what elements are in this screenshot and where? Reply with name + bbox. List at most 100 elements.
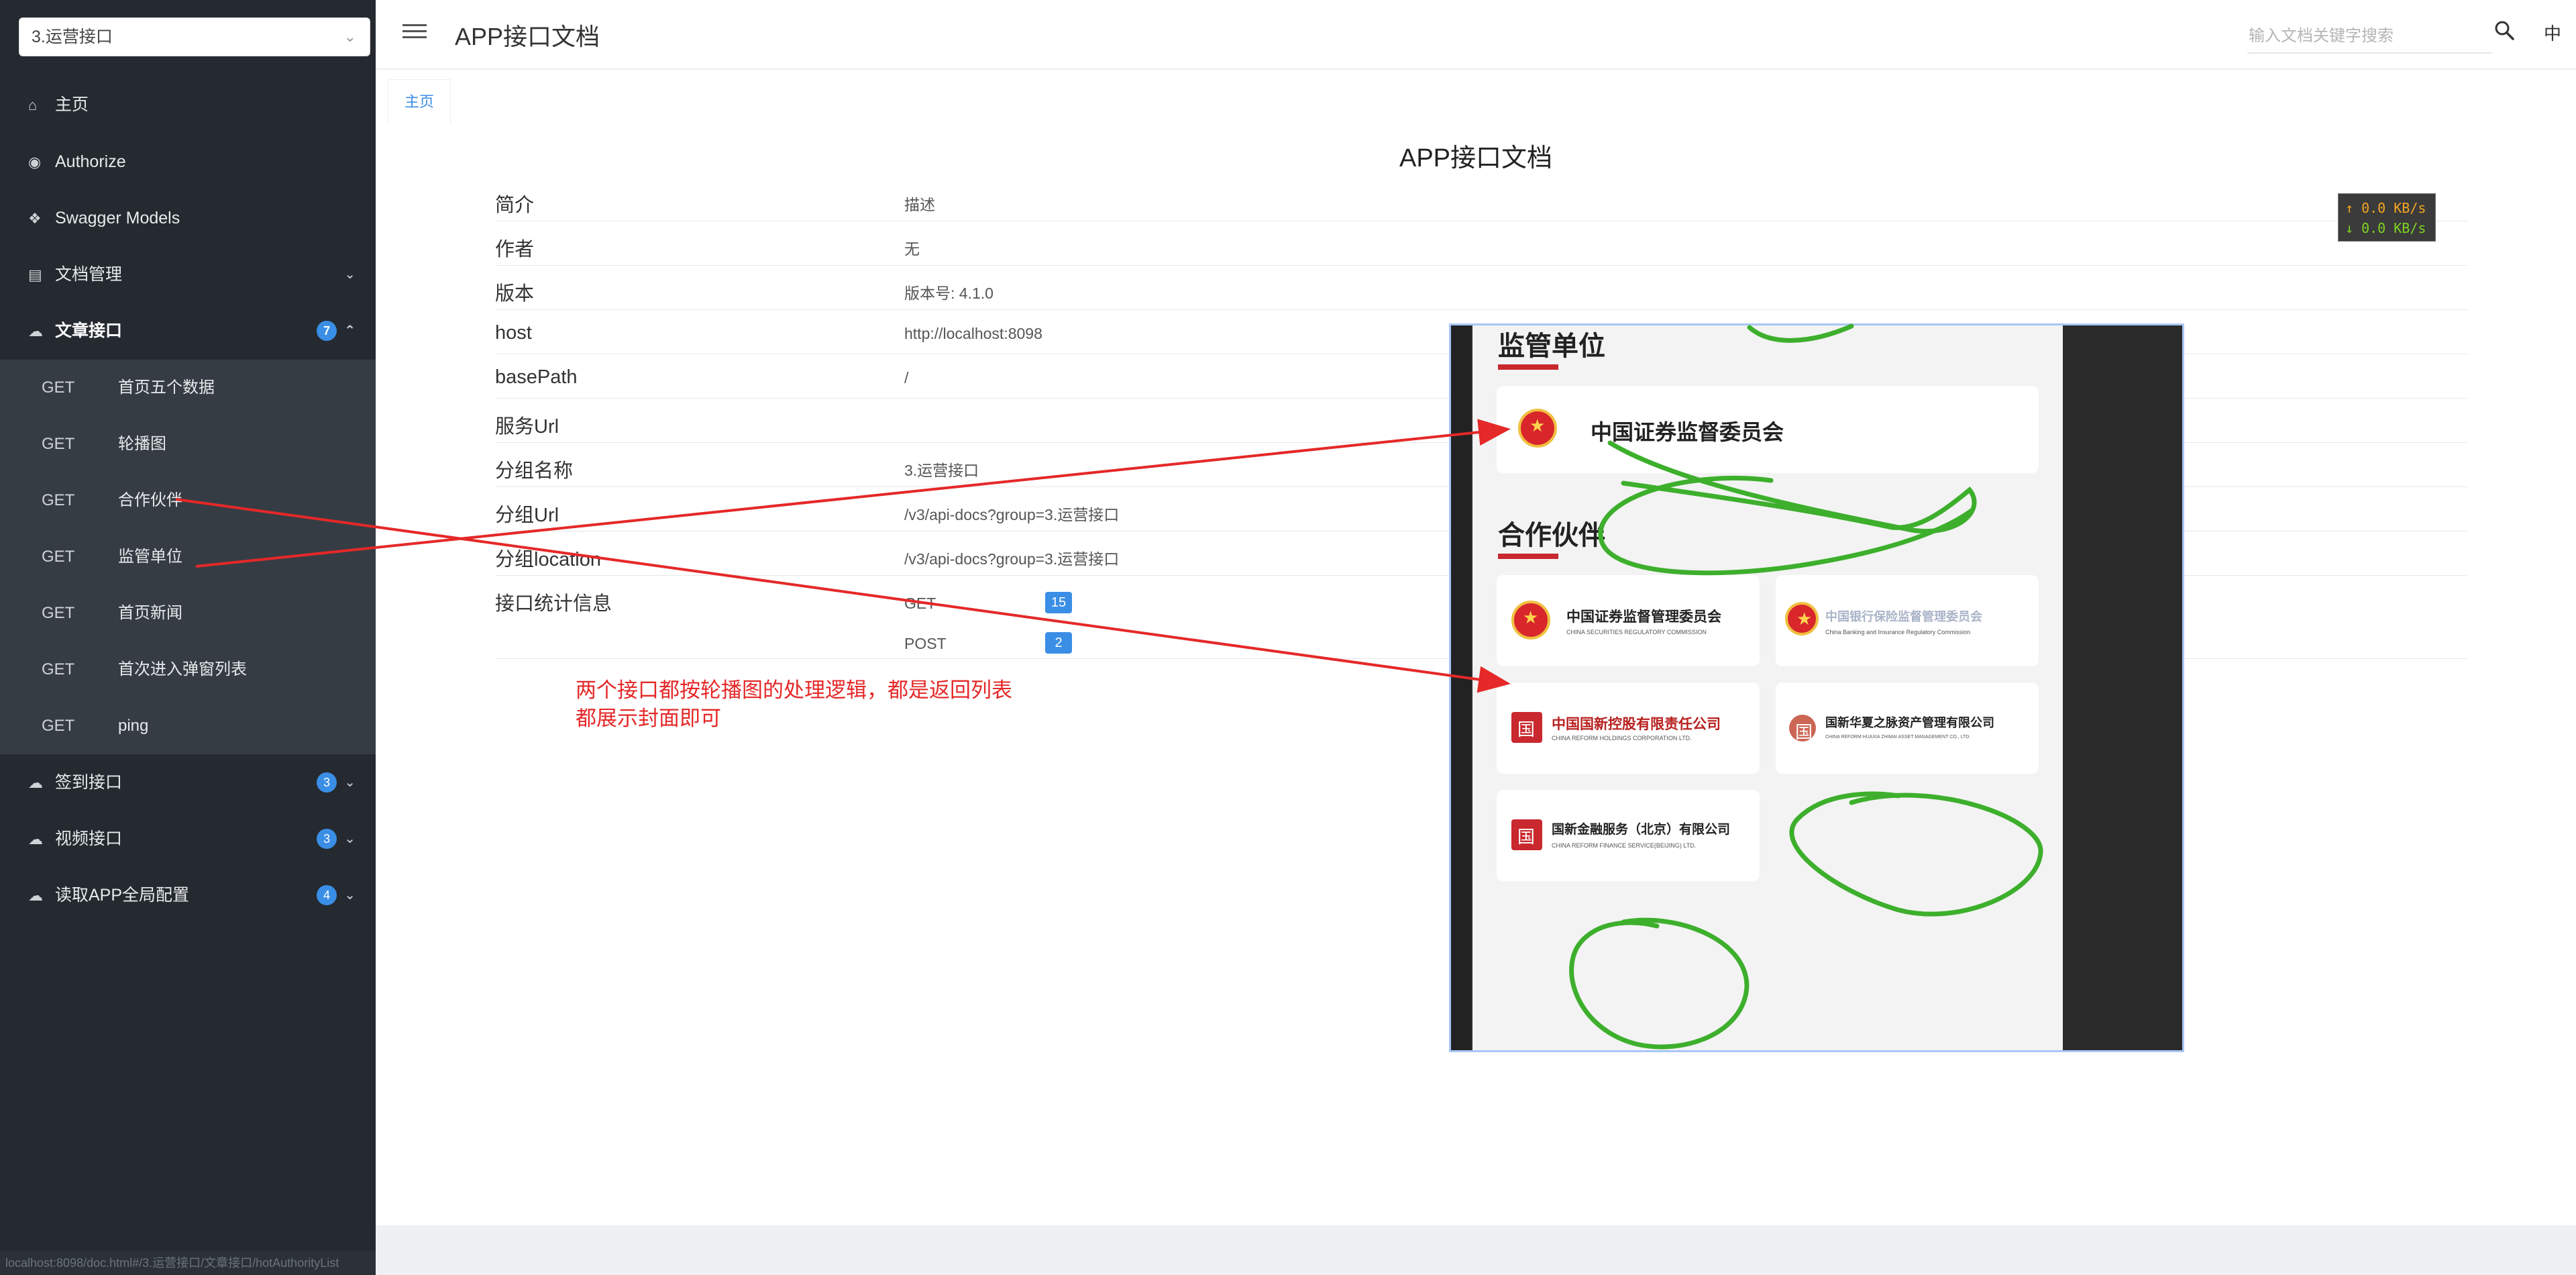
sidebar-item-label: 文档管理 bbox=[55, 265, 123, 284]
info-key: 分组Url bbox=[495, 505, 559, 526]
national-emblem-icon bbox=[1785, 602, 1819, 635]
info-key: 作者 bbox=[495, 239, 535, 260]
sidebar-item-video-api[interactable]: ☁ 视频接口 3 ⌄ bbox=[0, 811, 376, 867]
menu-fold-icon[interactable] bbox=[402, 20, 427, 47]
section-title: 合作伙伴 bbox=[1498, 520, 1605, 551]
api-label: 合作伙伴 bbox=[118, 491, 182, 509]
section-heading-partner: 合作伙伴 bbox=[1498, 513, 1605, 559]
cloud-icon: ☁ bbox=[28, 774, 43, 791]
sidebar-item-swagger-models[interactable]: ❖ Swagger Models bbox=[0, 190, 376, 246]
api-item[interactable]: GET 首页五个数据 bbox=[0, 360, 376, 416]
partner-card: 中国银行保险监督管理委员会 China Banking and Insuranc… bbox=[1776, 575, 2039, 666]
regulator-card: 中国证券监督委员会 bbox=[1497, 386, 2039, 473]
cloud-icon: ☁ bbox=[28, 831, 43, 848]
info-value: 版本号: 4.1.0 bbox=[904, 285, 994, 302]
chevron-down-icon: ⌄ bbox=[344, 267, 356, 282]
http-method: GET bbox=[42, 604, 75, 622]
embedded-right-edge bbox=[2063, 325, 2182, 1050]
stat-count-badge: 2 bbox=[1045, 632, 1072, 654]
chevron-down-icon: ⌄ bbox=[343, 28, 356, 45]
api-item[interactable]: GET 轮播图 bbox=[0, 416, 376, 472]
annotation-line: 两个接口都按轮播图的处理逻辑，都是返回列表 bbox=[576, 678, 1012, 702]
cloud-icon: ☁ bbox=[28, 323, 43, 340]
info-key: 版本 bbox=[495, 283, 535, 305]
partner-card: 中国证券监督管理委员会 CHINA SECURITIES REGULATORY … bbox=[1497, 575, 1760, 666]
api-item[interactable]: GET 首页新闻 bbox=[0, 585, 376, 642]
partner-name: 中国银行保险监督管理委员会 bbox=[1825, 610, 1982, 624]
annotation-note: 两个接口都按轮播图的处理逻辑，都是返回列表 都展示封面即可 bbox=[576, 676, 1012, 733]
partner-card: 国新金融服务（北京）有限公司 CHINA REFORM FINANCE SERV… bbox=[1497, 790, 1760, 881]
cloud-icon: ☁ bbox=[28, 887, 43, 904]
partner-name: 国新金融服务（北京）有限公司 bbox=[1552, 822, 1731, 837]
lock-icon: ◉ bbox=[28, 154, 42, 170]
sidebar-item-checkin-api[interactable]: ☁ 签到接口 3 ⌄ bbox=[0, 754, 376, 811]
info-key: 简介 bbox=[495, 195, 535, 216]
count-badge: 3 bbox=[317, 772, 337, 793]
company-logo-icon bbox=[1789, 715, 1816, 744]
info-key: 接口统计信息 bbox=[495, 593, 612, 615]
search-input[interactable] bbox=[2247, 20, 2491, 54]
count-badge: 3 bbox=[317, 829, 337, 849]
info-key: 服务Url bbox=[495, 416, 559, 438]
info-value: 3.运营接口 bbox=[904, 462, 979, 479]
info-key: 分组名称 bbox=[495, 460, 574, 482]
tab-home[interactable]: 主页 bbox=[388, 79, 451, 125]
partner-english-name: CHINA REFORM FINANCE SERVICE(BEIJING) LT… bbox=[1552, 842, 1697, 849]
chevron-down-icon: ⌄ bbox=[344, 831, 356, 846]
sidebar-item-article-api[interactable]: ☁ 文章接口 7 ⌃ bbox=[0, 303, 376, 359]
info-row: 简介 描述 bbox=[495, 177, 2467, 221]
document-icon: ▤ bbox=[28, 266, 42, 283]
info-value: / bbox=[904, 369, 909, 387]
info-value: 无 bbox=[904, 240, 920, 258]
chevron-down-icon: ⌄ bbox=[344, 888, 356, 903]
network-speed-widget: ↑ 0.0 KB/s ↓ 0.0 KB/s bbox=[2338, 193, 2436, 242]
partner-name: 国新华夏之脉资产管理有限公司 bbox=[1825, 716, 1994, 730]
http-method: GET bbox=[42, 548, 75, 566]
sidebar-item-label: Swagger Models bbox=[55, 209, 180, 227]
partner-english-name: CHINA REFORM HUAXIA ZHIMAI ASSET MANAGEM… bbox=[1825, 735, 1971, 740]
national-emblem-icon bbox=[1518, 409, 1557, 448]
api-item[interactable]: GET 合作伙伴 bbox=[0, 472, 376, 529]
stat-method: GET bbox=[904, 595, 936, 612]
upload-speed: ↑ 0.0 KB/s bbox=[2345, 200, 2426, 216]
embedded-screenshot: 监管单位 中国证券监督委员会 合作伙伴 中国证券监督管理委员会 CHINA SE… bbox=[1449, 323, 2184, 1052]
info-value: http://localhost:8098 bbox=[904, 325, 1042, 342]
http-method: GET bbox=[42, 378, 75, 397]
partner-english-name: CHINA REFORM HOLDINGS CORPORATION LTD. bbox=[1552, 735, 1692, 742]
embedded-page: 监管单位 中国证券监督委员会 合作伙伴 中国证券监督管理委员会 CHINA SE… bbox=[1472, 325, 2063, 1050]
http-method: GET bbox=[42, 491, 75, 509]
company-logo-icon bbox=[1511, 819, 1542, 850]
info-key: 分组location bbox=[495, 549, 601, 570]
info-key: basePath bbox=[495, 366, 578, 388]
section-heading-regulator: 监管单位 bbox=[1498, 325, 1605, 370]
language-toggle[interactable]: 中 bbox=[2544, 20, 2561, 45]
section-title: 监管单位 bbox=[1498, 331, 1605, 362]
sidebar-item-label: 读取APP全局配置 bbox=[55, 886, 190, 905]
sidebar-item-label: 签到接口 bbox=[55, 773, 123, 792]
chevron-up-icon: ⌃ bbox=[344, 323, 356, 338]
sidebar-item-home[interactable]: ⌂ 主页 bbox=[0, 76, 376, 133]
partner-english-name: China Banking and Insurance Regulatory C… bbox=[1825, 629, 1971, 635]
download-speed: ↓ 0.0 KB/s bbox=[2345, 220, 2426, 236]
group-select-value: 3.运营接口 bbox=[32, 28, 113, 46]
info-value: /v3/api-docs?group=3.运营接口 bbox=[904, 506, 1120, 523]
status-bar-url: localhost:8098/doc.html#/3.运营接口/文章接口/hot… bbox=[0, 1251, 376, 1275]
info-value: 描述 bbox=[904, 196, 935, 213]
national-emblem-icon bbox=[1511, 601, 1550, 640]
regulator-name: 中国证券监督委员会 bbox=[1591, 419, 1784, 445]
search-icon[interactable] bbox=[2493, 19, 2516, 42]
sidebar-item-app-config[interactable]: ☁ 读取APP全局配置 4 ⌄ bbox=[0, 867, 376, 923]
api-item[interactable]: GET 监管单位 bbox=[0, 529, 376, 585]
api-item[interactable]: GET 首次进入弹窗列表 bbox=[0, 642, 376, 698]
sidebar-item-doc-management[interactable]: ▤ 文档管理 ⌄ bbox=[0, 246, 376, 303]
api-label: 首页新闻 bbox=[118, 604, 182, 622]
stat-count-badge: 15 bbox=[1045, 592, 1072, 613]
group-select[interactable]: 3.运营接口 ⌄ bbox=[19, 17, 370, 56]
api-item[interactable]: GET ping bbox=[0, 698, 376, 754]
http-method: GET bbox=[42, 717, 75, 735]
sidebar-item-authorize[interactable]: ◉ Authorize bbox=[0, 134, 376, 190]
sidebar-item-label: 主页 bbox=[55, 95, 89, 114]
sidebar-item-label: 视频接口 bbox=[55, 829, 123, 848]
count-badge: 4 bbox=[317, 885, 337, 905]
cube-icon: ❖ bbox=[28, 210, 42, 227]
